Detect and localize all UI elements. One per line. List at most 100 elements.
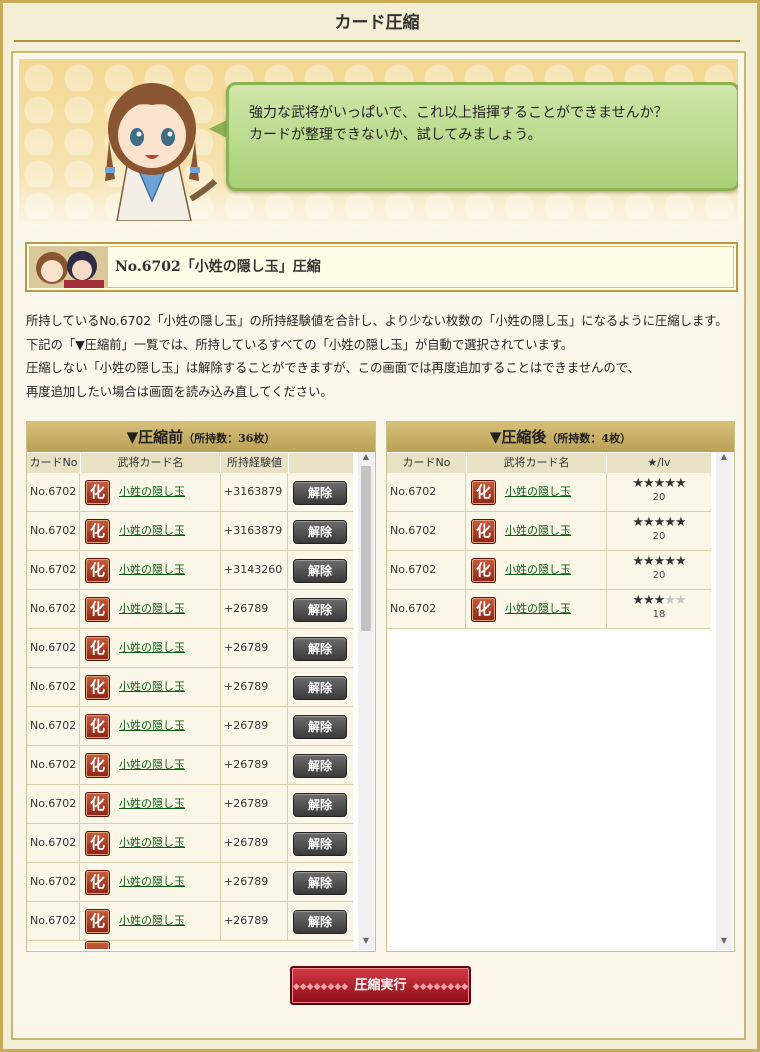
card-no-cell: No.6702 xyxy=(27,707,80,745)
table-row: No.6702 化小姓の隠し玉 +26789 解除 xyxy=(27,902,353,941)
card-name-cell: 化小姓の隠し玉 xyxy=(467,590,607,628)
star-filled-icon: ★ xyxy=(664,476,676,491)
remove-button[interactable]: 解除 xyxy=(293,598,347,622)
remove-button[interactable]: 解除 xyxy=(293,637,347,661)
remove-button[interactable]: 解除 xyxy=(293,715,347,739)
remove-button[interactable]: 解除 xyxy=(293,559,347,583)
scroll-up-arrow-icon[interactable]: ▲ xyxy=(716,452,732,461)
card-type-icon: 化 xyxy=(85,558,110,583)
card-name-link[interactable]: 小姓の隠し玉 xyxy=(119,668,185,706)
card-name-link[interactable]: 小姓の隠し玉 xyxy=(119,707,185,745)
button-ornament-right: ◆◆◆◆◆◆◆◆ xyxy=(406,982,469,992)
card-type-icon: 化 xyxy=(85,753,110,778)
level-value: 18 xyxy=(652,609,666,620)
star-filled-icon: ★ xyxy=(632,476,644,491)
card-name-link[interactable]: 小姓の隠し玉 xyxy=(119,902,185,940)
card-no-cell: No.6702 xyxy=(27,590,80,628)
scroll-up-arrow-icon[interactable]: ▲ xyxy=(358,452,374,461)
star-filled-icon: ★ xyxy=(664,515,676,530)
scroll-down-arrow-icon[interactable]: ▼ xyxy=(358,936,374,945)
col-card-no: カードNo xyxy=(387,453,466,473)
card-no-cell: No.6702 xyxy=(27,746,80,784)
star-filled-icon: ★ xyxy=(632,593,644,608)
card-type-icon: 化 xyxy=(85,519,110,544)
card-name-link[interactable]: 小姓の隠し玉 xyxy=(119,824,185,862)
star-rating-icon: ★★★★★ xyxy=(607,555,711,568)
card-no-cell: No.6702 xyxy=(27,824,80,862)
card-type-icon: 化 xyxy=(85,870,110,895)
card-thumbnail-image xyxy=(30,246,108,288)
remove-button[interactable]: 解除 xyxy=(293,793,347,817)
table-row: No.6702 化小姓の隠し玉 +26789 解除 xyxy=(27,824,353,863)
card-no-cell: No.6702 xyxy=(27,512,80,550)
card-name-cell: 化小姓の隠し玉 xyxy=(81,824,221,862)
card-no-cell: No.6702 xyxy=(27,785,80,823)
before-scrollbar[interactable]: ▲ ▼ xyxy=(358,452,374,950)
card-type-icon xyxy=(85,941,110,949)
card-name-link[interactable]: 小姓の隠し玉 xyxy=(505,590,571,628)
card-type-icon: 化 xyxy=(471,480,496,505)
card-no-cell: No.6702 xyxy=(387,512,466,550)
card-name-link[interactable]: 小姓の隠し玉 xyxy=(119,863,185,901)
card-name-cell: 化小姓の隠し玉 xyxy=(467,551,607,589)
card-name-link[interactable]: 小姓の隠し玉 xyxy=(119,629,185,667)
experience-cell: +26789 xyxy=(221,824,288,862)
card-name-link[interactable]: 小姓の隠し玉 xyxy=(119,746,185,784)
remove-button[interactable]: 解除 xyxy=(293,832,347,856)
star-filled-icon: ★ xyxy=(643,554,655,569)
execute-compression-button[interactable]: ◆◆◆◆◆◆◆◆ 圧縮実行 ◆◆◆◆◆◆◆◆ xyxy=(290,966,471,1005)
action-cell: 解除 xyxy=(289,473,353,511)
table-row: No.6702 化小姓の隠し玉 ★★★★★ 20 xyxy=(387,551,711,590)
remove-button[interactable]: 解除 xyxy=(293,520,347,544)
remove-button[interactable]: 解除 xyxy=(293,754,347,778)
speech-line-1: 強力な武将がいっぱいで、これ以上指揮することができませんか？ xyxy=(249,105,668,121)
card-name-cell: 化小姓の隠し玉 xyxy=(81,590,221,628)
star-filled-icon: ★ xyxy=(674,554,687,569)
remove-button[interactable]: 解除 xyxy=(293,676,347,700)
after-heading: ▼圧縮後 xyxy=(489,428,547,446)
star-filled-icon: ★ xyxy=(643,476,655,491)
star-rating-icon: ★★★★★ xyxy=(607,516,711,529)
star-filled-icon: ★ xyxy=(632,515,644,530)
scroll-down-arrow-icon[interactable]: ▼ xyxy=(716,936,732,945)
star-filled-icon: ★ xyxy=(674,476,687,491)
card-name-link[interactable]: 小姓の隠し玉 xyxy=(119,512,185,550)
description: 所持しているNo.6702「小姓の隠し玉」の所持経験値を合計し、より少ない枚数の… xyxy=(26,310,736,404)
action-cell: 解除 xyxy=(289,551,353,589)
card-name-cell: 化小姓の隠し玉 xyxy=(81,512,221,550)
card-name-link[interactable]: 小姓の隠し玉 xyxy=(119,590,185,628)
remove-button[interactable]: 解除 xyxy=(293,910,347,934)
card-name-cell: 化小姓の隠し玉 xyxy=(81,473,221,511)
card-no-cell: No.6702 xyxy=(387,551,466,589)
card-type-icon: 化 xyxy=(85,792,110,817)
scrollbar-thumb[interactable] xyxy=(361,466,371,631)
card-name-link[interactable]: 小姓の隠し玉 xyxy=(119,551,185,589)
table-row: No.6702 化小姓の隠し玉 +3163879 解除 xyxy=(27,473,353,512)
after-scrollbar[interactable]: ▲ ▼ xyxy=(716,452,732,950)
table-row: No.6702 化小姓の隠し玉 ★★★★★ 20 xyxy=(387,512,711,551)
card-type-icon: 化 xyxy=(85,675,110,700)
execute-label: 圧縮実行 xyxy=(354,978,407,993)
card-name-link[interactable]: 小姓の隠し玉 xyxy=(505,473,571,511)
description-line: 再度追加したい場合は画面を読み込み直してください。 xyxy=(26,384,333,399)
table-row: No.6702 化小姓の隠し玉 +26789 解除 xyxy=(27,707,353,746)
star-filled-icon: ★ xyxy=(632,554,644,569)
item-header: No.6702「小姓の隠し玉」圧縮 xyxy=(25,242,738,292)
col-experience: 所持経験値 xyxy=(221,453,288,473)
star-filled-icon: ★ xyxy=(653,476,666,491)
star-filled-icon: ★ xyxy=(643,593,655,608)
card-name-link[interactable]: 小姓の隠し玉 xyxy=(119,473,185,511)
star-level-cell: ★★★★★ 20 xyxy=(607,512,711,550)
remove-button[interactable]: 解除 xyxy=(293,481,347,505)
level-value: 20 xyxy=(652,492,666,503)
star-filled-icon: ★ xyxy=(674,515,687,530)
card-name-cell: 化小姓の隠し玉 xyxy=(81,863,221,901)
card-name-cell: 化小姓の隠し玉 xyxy=(81,785,221,823)
card-name-link[interactable]: 小姓の隠し玉 xyxy=(505,551,571,589)
card-name-cell: 化小姓の隠し玉 xyxy=(81,707,221,745)
card-name-cell: 化小姓の隠し玉 xyxy=(81,746,221,784)
speech-bubble: 強力な武将がいっぱいで、これ以上指揮することができませんか？ カードが整理できな… xyxy=(226,82,738,191)
remove-button[interactable]: 解除 xyxy=(293,871,347,895)
card-name-link[interactable]: 小姓の隠し玉 xyxy=(505,512,571,550)
card-name-link[interactable]: 小姓の隠し玉 xyxy=(119,785,185,823)
